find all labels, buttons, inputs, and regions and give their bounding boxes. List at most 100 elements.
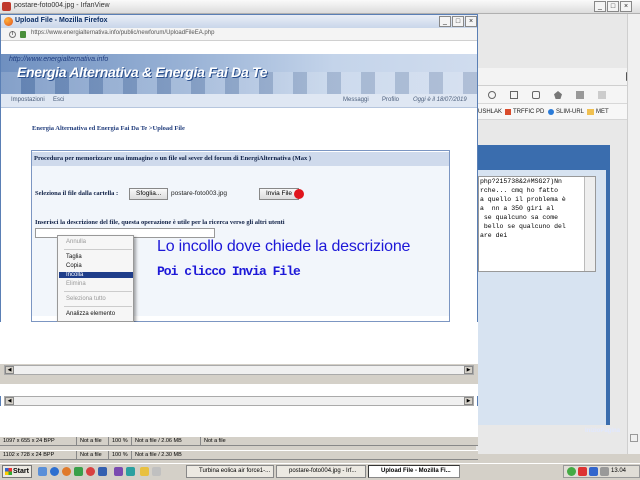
status-memory: Not a file / 2.06 MB <box>135 438 182 444</box>
task-button-turbina[interactable]: Turbina eolica air force1-... <box>186 465 274 478</box>
inizio-pagina-link[interactable]: InizioPagina <box>585 428 620 434</box>
upload-panel-header: Procedura per memorizzare una immagine o… <box>32 152 449 166</box>
send-file-button[interactable]: Invia File <box>259 188 300 200</box>
start-label: Start <box>13 468 29 475</box>
tray-icon[interactable] <box>589 467 598 476</box>
status-zoom: 100 % <box>112 452 128 458</box>
ie-icon[interactable] <box>50 467 59 476</box>
site-banner: http://www.energialternativa.info Energi… <box>1 54 477 94</box>
volume-icon[interactable] <box>600 467 609 476</box>
status-memory: Not a file / 2.30 MB <box>135 452 182 458</box>
start-button[interactable]: Start <box>2 465 32 478</box>
app-quick-icon[interactable] <box>126 467 135 476</box>
page-scrollbar[interactable] <box>627 14 640 454</box>
folder-icon <box>587 109 594 115</box>
extension-icon[interactable] <box>598 91 606 99</box>
screenshot-icon[interactable] <box>576 91 584 99</box>
status-file: Not a file <box>80 438 102 444</box>
task-button-firefox[interactable]: Upload File - Mozilla Fi... <box>368 465 460 478</box>
irfanview-titlebar: postare-foto004.jpg - IrfanView _ □ × <box>0 0 640 14</box>
context-menu: Annulla Taglia Copia Incolla Elimina Sel… <box>57 235 134 322</box>
sync-icon[interactable] <box>532 91 540 99</box>
url-bar[interactable]: i https://www.energialternativa.info/pub… <box>1 28 477 41</box>
annotation-paste-description: Lo incollo dove chiede la descrizione <box>157 238 411 255</box>
bookmark-item[interactable]: USHLAK <box>478 109 502 115</box>
bookmark-item[interactable]: TRFFIC PD <box>513 109 544 115</box>
close-icon[interactable]: × <box>465 16 477 27</box>
firefox-title: Upload File - Mozilla Firefox <box>15 17 108 24</box>
menu-item-incolla[interactable]: Incolla <box>59 272 133 278</box>
irfanview-title: postare-foto004.jpg - IrfanView <box>14 2 110 9</box>
clock: 13.04 <box>611 468 627 474</box>
annotation-click-send: Poi clicco Invia File <box>157 264 301 279</box>
irfanview-lower-pane <box>0 406 478 436</box>
browse-button[interactable]: Sfoglia... <box>129 188 169 200</box>
menu-item-seleziona-tutto[interactable]: Seleziona tutto <box>66 296 106 302</box>
tray-icon[interactable] <box>578 467 587 476</box>
task-button-irfanview[interactable]: postare-foto004.jpg - Irf... <box>276 465 366 478</box>
reply-scrollbar[interactable] <box>584 177 595 271</box>
horizontal-scrollbar[interactable]: ◀ ▶ <box>4 396 474 406</box>
bookmark-item[interactable]: SLIM-URL <box>556 109 584 115</box>
nav-messaggi[interactable]: Messaggi <box>343 97 369 103</box>
description-label: Inserisci la descrizione del file, quest… <box>35 219 285 226</box>
status-bar: 1102 x 728 x 24 BPP Not a file 100 % Not… <box>0 450 478 460</box>
menu-item-taglia[interactable]: Taglia <box>66 254 82 260</box>
menu-item-analizza[interactable]: Analizza elemento <box>66 311 115 317</box>
scroll-right-icon[interactable]: ▶ <box>464 366 473 374</box>
select-file-label: Seleziona il file dalla cartella : <box>35 190 119 197</box>
irfanview-lower-pane <box>0 384 478 396</box>
app-quick-icon[interactable] <box>98 467 107 476</box>
show-desktop-icon[interactable] <box>38 467 47 476</box>
page-blank-area <box>0 322 478 364</box>
app-quick-icon[interactable] <box>74 467 83 476</box>
url-text: https://www.energialternativa.info/publi… <box>31 30 215 36</box>
lock-icon <box>20 31 26 38</box>
history-icon[interactable] <box>488 91 496 99</box>
minimize-icon[interactable]: _ <box>439 16 451 27</box>
site-nav-bar: Impostazioni Esci Messaggi Profilo Oggi … <box>1 94 477 108</box>
nav-profilo[interactable]: Profilo <box>382 97 399 103</box>
irfanview-icon <box>2 2 11 11</box>
nav-impostazioni[interactable]: Impostazioni <box>11 97 45 103</box>
horizontal-scrollbar[interactable]: ◀ ▶ <box>4 365 474 375</box>
selected-file-name: postare-foto003.jpg <box>171 190 228 197</box>
app-quick-icon[interactable] <box>86 467 95 476</box>
breadcrumb[interactable]: Energia Alternativa ed Energia Fai Da Te… <box>32 125 185 132</box>
status-dims: 1097 x 655 x 24 BPP <box>3 438 55 444</box>
menu-item-elimina[interactable]: Elimina <box>66 281 86 287</box>
bookmark-icon <box>505 109 511 115</box>
scroll-down-icon[interactable] <box>630 434 638 442</box>
app-quick-icon[interactable] <box>152 467 161 476</box>
bookmarks-bar: USHLAK TRFFIC PD SLIM-URL MET <box>476 104 627 120</box>
folder-quick-icon[interactable] <box>140 467 149 476</box>
status-file: Not a file <box>80 452 102 458</box>
tray-icon[interactable] <box>567 467 576 476</box>
close-icon[interactable]: × <box>620 1 632 12</box>
reply-textarea[interactable]: php?215738&2#MSG27)Nn rche... cmq ho fat… <box>478 176 596 272</box>
maximize-icon[interactable]: □ <box>607 1 619 12</box>
irfanview-window-controls: _ □ × <box>594 1 632 12</box>
menu-item-copia[interactable]: Copia <box>66 263 82 269</box>
firefox-quick-icon[interactable] <box>62 467 71 476</box>
bookmark-item[interactable]: MET <box>596 109 609 115</box>
banner-title: Energia Alternativa & Energia Fai Da Te <box>17 64 268 80</box>
maximize-icon[interactable]: □ <box>452 16 464 27</box>
scroll-right-icon[interactable]: ▶ <box>464 397 473 405</box>
status-zoom: 100 % <box>112 438 128 444</box>
scroll-left-icon[interactable]: ◀ <box>5 366 14 374</box>
firefox-window-controls: _ □ × <box>439 16 477 27</box>
app-quick-icon[interactable] <box>114 467 123 476</box>
background-toolbar <box>476 68 640 86</box>
minimize-icon[interactable]: _ <box>594 1 606 12</box>
status-extra: Not a file <box>204 438 226 444</box>
red-dot-marker <box>294 189 304 199</box>
pocket-icon[interactable] <box>554 91 562 99</box>
nav-esci[interactable]: Esci <box>53 97 64 103</box>
home-icon[interactable] <box>510 91 518 99</box>
info-icon[interactable]: i <box>9 31 16 38</box>
scroll-left-icon[interactable]: ◀ <box>5 397 14 405</box>
system-tray <box>563 465 640 478</box>
menu-item-annulla[interactable]: Annulla <box>66 239 86 245</box>
nav-date: Oggi è il 18/07/2019 <box>413 97 467 103</box>
